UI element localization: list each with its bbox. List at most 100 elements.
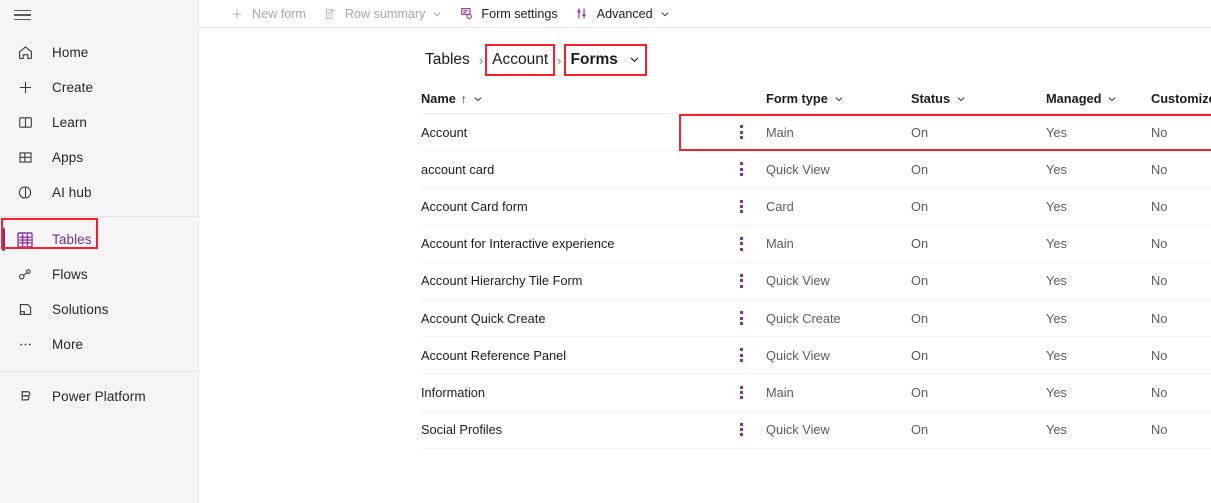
kebab-menu-icon bbox=[739, 236, 743, 251]
home-icon bbox=[14, 42, 36, 64]
sidebar-item-flows[interactable]: Flows bbox=[0, 257, 198, 292]
breadcrumb-item-forms-label: Forms bbox=[570, 51, 618, 68]
cell-name: Account Card form bbox=[421, 198, 528, 214]
hamburger-icon bbox=[14, 9, 31, 21]
cell-customized: No bbox=[1151, 198, 1168, 214]
sidebar-item-create[interactable]: Create bbox=[0, 70, 198, 105]
chevron-down-icon bbox=[629, 54, 640, 65]
table-row[interactable]: Account Card form Card On Yes No Yes bbox=[421, 188, 1211, 226]
power-apps-maker-portal: Home Create Learn Apps AI hub Tables Flo… bbox=[0, 0, 1211, 503]
forms-grid: Name ↑ Form type Status Managed Customiz… bbox=[199, 84, 1211, 449]
cell-form-type: Quick View bbox=[766, 347, 830, 363]
cell-customized: No bbox=[1151, 384, 1168, 400]
row-summary-icon bbox=[322, 6, 338, 22]
kebab-menu-icon bbox=[739, 162, 743, 177]
sidebar-item-learn[interactable]: Learn bbox=[0, 105, 198, 140]
hamburger-menu-button[interactable] bbox=[0, 0, 198, 30]
sidebar-item-label: Solutions bbox=[52, 302, 109, 317]
main-content-area: New form Row summary Form settings Advan… bbox=[199, 0, 1211, 503]
form-settings-icon bbox=[458, 6, 474, 22]
sidebar-item-power-platform[interactable]: Power Platform bbox=[0, 377, 198, 415]
chevron-down-icon bbox=[660, 9, 670, 19]
sidebar-item-label: AI hub bbox=[52, 185, 92, 200]
column-header-managed-label: Managed bbox=[1046, 91, 1102, 106]
sort-ascending-icon: ↑ bbox=[460, 91, 467, 106]
cell-form-type: Main bbox=[766, 384, 794, 400]
sidebar-item-tables[interactable]: Tables bbox=[0, 222, 198, 257]
row-menu-button[interactable] bbox=[716, 199, 766, 214]
breadcrumb-item-tables[interactable]: Tables bbox=[421, 49, 474, 71]
plus-icon bbox=[14, 77, 36, 99]
cell-form-type: Quick View bbox=[766, 422, 830, 438]
row-menu-button[interactable] bbox=[716, 273, 766, 288]
cell-form-type: Quick View bbox=[766, 273, 830, 289]
cell-managed: Yes bbox=[1046, 161, 1067, 177]
cell-form-type: Card bbox=[766, 198, 794, 214]
sidebar-item-more[interactable]: More bbox=[0, 327, 198, 362]
column-header-form-type[interactable]: Form type bbox=[766, 91, 911, 106]
sidebar-item-apps[interactable]: Apps bbox=[0, 140, 198, 175]
cell-managed: Yes bbox=[1046, 384, 1067, 400]
row-menu-button[interactable] bbox=[716, 348, 766, 363]
sidebar-item-label: Create bbox=[52, 80, 94, 95]
table-row[interactable]: Account Hierarchy Tile Form Quick View O… bbox=[421, 263, 1211, 300]
column-header-customized[interactable]: Customized bbox=[1151, 91, 1211, 106]
cell-status: On bbox=[911, 273, 929, 289]
column-header-status[interactable]: Status bbox=[911, 91, 1046, 106]
apps-grid-icon bbox=[14, 147, 36, 169]
table-row[interactable]: Account Reference Panel Quick View On Ye… bbox=[421, 337, 1211, 375]
chevron-down-icon bbox=[834, 94, 844, 104]
row-menu-button[interactable] bbox=[716, 311, 766, 325]
form-settings-button[interactable]: Form settings bbox=[450, 0, 565, 28]
cell-form-type: Quick View bbox=[766, 161, 830, 177]
sidebar-item-label: Flows bbox=[52, 267, 88, 282]
table-row[interactable]: Account Main On Yes No Yes bbox=[421, 114, 1211, 152]
cell-customized: No bbox=[1151, 347, 1168, 363]
table-row[interactable]: account card Quick View On Yes No Yes bbox=[421, 151, 1211, 189]
table-row[interactable]: Information Main On Yes No Yes bbox=[421, 374, 1211, 412]
column-header-name[interactable]: Name ↑ bbox=[421, 91, 716, 106]
advanced-button[interactable]: Advanced bbox=[566, 0, 678, 28]
cell-status: On bbox=[911, 422, 929, 438]
cell-customized: No bbox=[1151, 422, 1168, 438]
cell-name: Account Hierarchy Tile Form bbox=[421, 273, 583, 289]
advanced-label: Advanced bbox=[596, 6, 653, 21]
row-menu-button[interactable] bbox=[716, 125, 766, 139]
breadcrumb: Tables › Account › Forms bbox=[199, 28, 1211, 76]
sidebar-item-label: Learn bbox=[52, 115, 88, 130]
breadcrumb-item-account[interactable]: Account bbox=[485, 44, 556, 76]
row-menu-button[interactable] bbox=[716, 385, 766, 400]
cell-managed: Yes bbox=[1046, 198, 1067, 214]
sidebar-item-solutions[interactable]: Solutions bbox=[0, 292, 198, 327]
flows-icon bbox=[14, 264, 36, 286]
cell-name: Account Reference Panel bbox=[421, 347, 567, 363]
row-menu-button[interactable] bbox=[716, 422, 766, 437]
table-row[interactable]: Account Quick Create Quick Create On Yes… bbox=[421, 300, 1211, 338]
grid-body: Account Main On Yes No Yes account card … bbox=[421, 114, 1211, 449]
cell-customized: No bbox=[1151, 310, 1168, 326]
breadcrumb-separator: › bbox=[557, 52, 562, 68]
advanced-icon bbox=[574, 6, 590, 22]
column-header-status-label: Status bbox=[911, 91, 951, 106]
row-summary-button[interactable]: Row summary bbox=[314, 0, 450, 28]
table-row[interactable]: Social Profiles Quick View On Yes No Yes bbox=[421, 412, 1211, 449]
row-menu-button[interactable] bbox=[716, 236, 766, 251]
cell-managed: Yes bbox=[1046, 310, 1067, 326]
row-menu-button[interactable] bbox=[716, 162, 766, 177]
table-row[interactable]: Account for Interactive experience Main … bbox=[421, 226, 1211, 263]
cell-customized: No bbox=[1151, 124, 1168, 140]
cell-status: On bbox=[911, 384, 929, 400]
sidebar-item-home[interactable]: Home bbox=[0, 35, 198, 70]
sidebar-item-ai-hub[interactable]: AI hub bbox=[0, 175, 198, 210]
breadcrumb-item-forms[interactable]: Forms bbox=[563, 44, 647, 76]
cell-status: On bbox=[911, 347, 929, 363]
grid-header-row: Name ↑ Form type Status Managed Customiz bbox=[421, 84, 1211, 114]
cell-managed: Yes bbox=[1046, 124, 1067, 140]
cell-managed: Yes bbox=[1046, 236, 1067, 252]
power-platform-icon bbox=[14, 385, 36, 407]
column-header-managed[interactable]: Managed bbox=[1046, 91, 1151, 106]
cell-status: On bbox=[911, 236, 929, 252]
new-form-button[interactable]: New form bbox=[221, 0, 314, 28]
ai-hub-icon bbox=[14, 182, 36, 204]
sidebar-item-label: Tables bbox=[52, 232, 92, 247]
